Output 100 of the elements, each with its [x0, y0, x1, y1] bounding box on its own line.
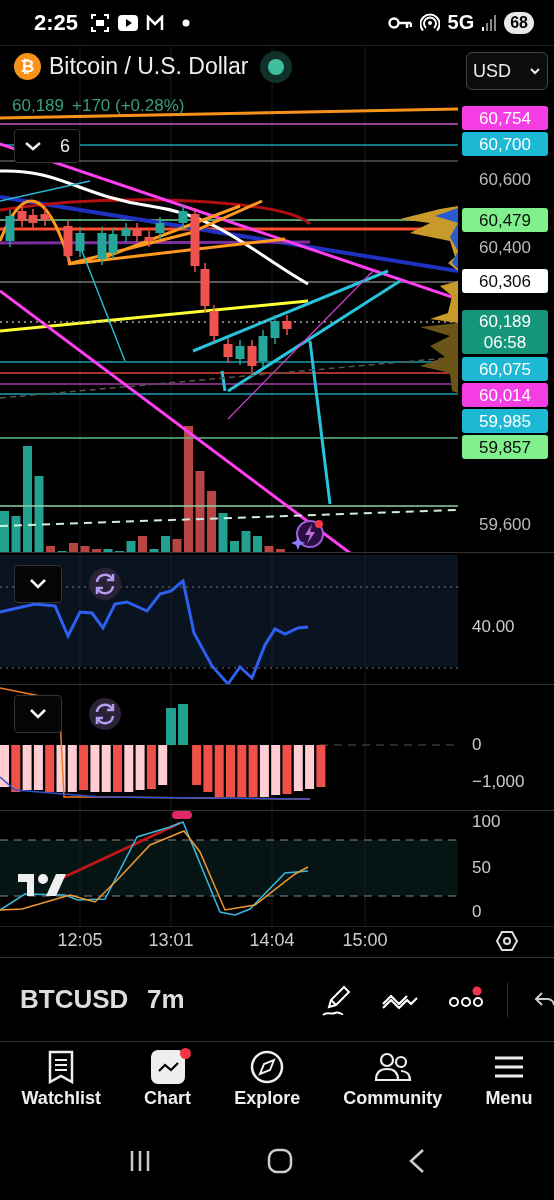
- nav-tab[interactable]: Chart: [144, 1050, 191, 1109]
- caret-icon: [529, 67, 541, 75]
- refresh-icon[interactable]: [88, 567, 122, 601]
- price-tag: 59,857: [462, 435, 548, 459]
- collapse-pane-button[interactable]: [14, 695, 62, 733]
- histogram-bar: [248, 745, 258, 797]
- volume-bar: [149, 549, 159, 553]
- histogram-bar: [79, 745, 89, 790]
- histogram-bar: [226, 745, 235, 797]
- refresh-icon[interactable]: [88, 697, 122, 731]
- candlestick: [235, 339, 245, 366]
- price-scale-label: 60,400: [478, 236, 532, 258]
- dot-icon: [182, 18, 191, 27]
- histogram-bar: [135, 745, 145, 790]
- interval-label[interactable]: 7m: [147, 984, 185, 1015]
- people-icon: [373, 1050, 412, 1084]
- histogram-bar: [316, 745, 326, 787]
- volume-bar: [11, 516, 21, 553]
- candlestick: [63, 219, 73, 263]
- histogram-bar: [45, 745, 55, 792]
- hotspot-icon: [419, 12, 440, 33]
- indicators-toggle-button[interactable]: 6: [14, 129, 80, 163]
- chevron-icon: [28, 578, 48, 590]
- settings-icon[interactable]: [495, 929, 519, 953]
- candlestick: [108, 227, 118, 260]
- volume-bar: [253, 536, 262, 553]
- volume-bar: [103, 549, 113, 553]
- last-price: 60,189: [12, 96, 64, 116]
- volume-bar: [0, 511, 9, 553]
- histogram-bar: [214, 745, 224, 797]
- time-label: 13:01: [148, 930, 194, 951]
- bar-countdown: 06:58: [483, 332, 527, 353]
- candlestick: [17, 204, 27, 228]
- nav-tab[interactable]: Explore: [234, 1050, 301, 1109]
- volume-bar: [92, 549, 101, 553]
- histogram-bar: [305, 745, 315, 789]
- candlestick: [155, 216, 165, 240]
- histogram-bar: [101, 745, 111, 792]
- volume-bar: [69, 543, 78, 553]
- price-tag: 60,014: [462, 383, 548, 407]
- histogram-bar: [271, 745, 281, 795]
- more-icon[interactable]: [449, 985, 483, 1010]
- nav-tab[interactable]: Community: [343, 1050, 443, 1109]
- price-change: +170 (+0.28%): [72, 96, 185, 116]
- price-tag: 60,479: [462, 208, 548, 232]
- chevron-icon: [24, 141, 42, 151]
- clock-time: 2:25: [34, 9, 79, 36]
- histogram-bar: [33, 745, 43, 790]
- scale-label: 50: [472, 858, 491, 878]
- histogram-bar: [237, 745, 247, 797]
- candlestick: [178, 204, 188, 230]
- price-tag: 60,306: [462, 269, 548, 293]
- mail-icon: [146, 14, 165, 31]
- bitcoin-icon: ₿: [14, 53, 41, 80]
- arc-line: [0, 199, 72, 264]
- volume-bar: [126, 541, 136, 553]
- scale-label: −1,000: [472, 772, 525, 792]
- scale-label: 100: [472, 812, 501, 832]
- signal-icon: [482, 14, 497, 31]
- histogram-bar: [166, 708, 176, 745]
- histogram-bar: [192, 745, 202, 785]
- candlestick: [190, 207, 200, 273]
- volume-bar: [218, 513, 228, 553]
- candlestick: [200, 262, 210, 313]
- price-tag: 59,985: [462, 409, 548, 433]
- chart-icon: [150, 1050, 185, 1084]
- histogram-bar: [67, 745, 77, 792]
- scale-label: 40.00: [472, 617, 515, 637]
- volume-bar: [138, 536, 147, 553]
- price-tag: 60,700: [462, 132, 548, 156]
- candlestick: [132, 222, 142, 243]
- symbol-name[interactable]: BTCUSD: [20, 984, 147, 1015]
- candlestick: [144, 230, 154, 248]
- home-icon[interactable]: [267, 1148, 293, 1174]
- network-type: 5G: [447, 11, 475, 34]
- candlestick: [282, 314, 292, 336]
- histogram-bar: [158, 745, 168, 785]
- collapse-pane-button[interactable]: [14, 565, 62, 603]
- currency-dropdown[interactable]: USD: [466, 52, 548, 90]
- histogram-bar: [0, 745, 9, 787]
- candlestick: [97, 226, 107, 266]
- histogram-bar: [146, 745, 156, 789]
- histogram-bar: [282, 745, 292, 794]
- histogram-bar: [124, 745, 134, 792]
- price-scale-label: 59,600: [478, 513, 532, 535]
- histogram-bar: [203, 745, 213, 792]
- histogram-bar: [113, 745, 122, 792]
- volume-bar: [172, 539, 182, 553]
- nav-tab[interactable]: Watchlist: [21, 1050, 101, 1109]
- symbol-title[interactable]: Bitcoin / U.S. Dollar: [49, 53, 249, 80]
- candlestick: [247, 339, 257, 373]
- histogram-bar: [11, 745, 21, 792]
- histogram-bar: [90, 745, 100, 792]
- candlestick: [40, 207, 50, 227]
- candlestick: [270, 314, 280, 345]
- volume-bar: [161, 536, 170, 553]
- price-value: 60,189: [479, 311, 531, 332]
- nav-tab[interactable]: Menu: [485, 1050, 533, 1109]
- histogram-bar: [293, 745, 303, 791]
- candlestick: [75, 226, 85, 258]
